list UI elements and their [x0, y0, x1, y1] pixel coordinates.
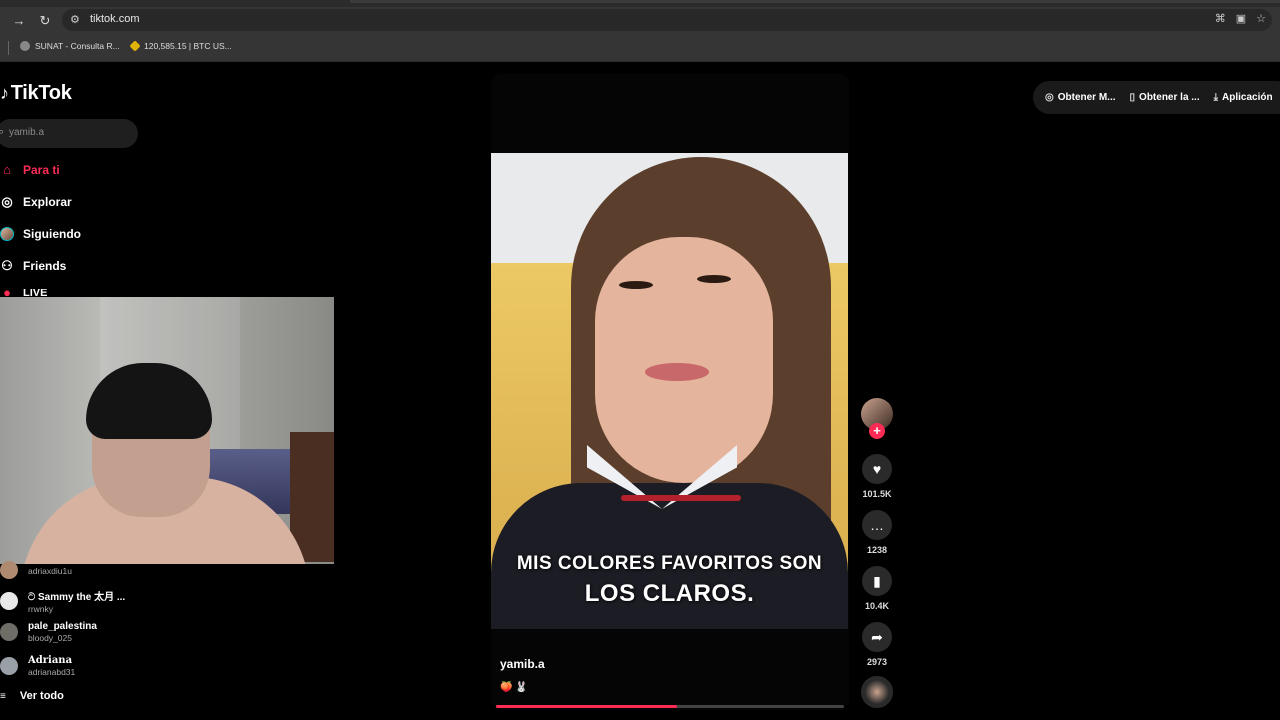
- binance-icon: [129, 40, 141, 52]
- pill-label: Aplicación: [1222, 92, 1273, 103]
- following-account[interactable]: adriaxdiu1u: [0, 561, 72, 579]
- video-eye: [619, 281, 653, 289]
- bookmark-icon: ▮: [862, 566, 892, 596]
- tab-strip: [0, 0, 1280, 7]
- globe-icon: [20, 41, 30, 51]
- comment-icon: …: [862, 510, 892, 540]
- list-icon: ≡: [0, 690, 6, 702]
- share-count: 2973: [866, 657, 888, 667]
- tiktok-note-icon: ♪: [0, 83, 9, 103]
- video-player[interactable]: MIS COLORES FAVORITOS SON LOS CLAROS.: [491, 153, 848, 629]
- tiktok-logo[interactable]: ♪ TikTok: [0, 82, 72, 105]
- account-name: pale_palestina: [28, 621, 97, 632]
- nav-label: Explorar: [23, 195, 72, 209]
- see-all-link[interactable]: ≡ Ver todo: [0, 690, 64, 702]
- avatar: [0, 561, 18, 579]
- reload-icon[interactable]: ↻: [36, 12, 54, 30]
- search-input[interactable]: ⌕ yamib.a: [0, 119, 138, 148]
- cast-icon[interactable]: ▣: [1236, 12, 1246, 25]
- translate-icon[interactable]: ⌘: [1215, 12, 1226, 25]
- comment-button[interactable]: … 1238: [862, 510, 892, 555]
- following-account[interactable]: ට Sammy the 太月 ... rrwnky: [0, 588, 125, 614]
- bookmark-btc[interactable]: 120,585.15 | BTC US...: [129, 40, 232, 52]
- video-eye: [697, 275, 731, 283]
- account-handle: rrwnky: [28, 604, 54, 614]
- url-text: tiktok.com: [90, 13, 140, 25]
- desktop-app-button[interactable]: ⤓ Aplicación: [1214, 92, 1273, 103]
- nav-friends[interactable]: ⚇ Friends: [0, 258, 67, 274]
- heart-icon: ♥: [862, 454, 892, 484]
- logo-text: TikTok: [10, 82, 72, 104]
- search-placeholder: yamib.a: [9, 127, 45, 138]
- account-name: Adriana: [28, 655, 73, 666]
- live-icon: ●: [3, 289, 11, 297]
- bookmarks-bar: SUNAT - Consulta R... 120,585.15 | BTC U…: [0, 34, 1280, 62]
- video-progress-fill: [496, 705, 677, 708]
- video-lips: [645, 363, 709, 381]
- share-icon: ➦: [862, 622, 892, 652]
- account-name: ට Sammy the 太月 ...: [28, 592, 126, 603]
- video-description: 🍑 🐰: [500, 682, 528, 693]
- avatar: [0, 657, 18, 675]
- nav-live[interactable]: ● LIVE: [0, 289, 47, 297]
- address-bar[interactable]: ⚙ tiktok.com ⌘ ▣ ☆: [62, 9, 1272, 31]
- nav-para-ti[interactable]: ⌂ Para ti: [0, 162, 60, 178]
- nav-label: Siguiendo: [23, 227, 81, 241]
- download-icon: ⤓: [1213, 92, 1219, 103]
- bookmark-label: 120,585.15 | BTC US...: [144, 41, 232, 51]
- video-caption-line1: MIS COLORES FAVORITOS SON: [516, 553, 823, 574]
- following-account[interactable]: pale_palestina bloody_025: [0, 621, 97, 643]
- pill-label: Obtener M...: [1057, 92, 1116, 103]
- save-count: 10.4K: [864, 601, 890, 611]
- nav-label: Para ti: [23, 163, 60, 177]
- compass-icon: ◎: [1, 194, 13, 209]
- get-coins-button[interactable]: ◎ Obtener M...: [1045, 92, 1116, 103]
- see-all-label: Ver todo: [19, 690, 64, 702]
- site-settings-icon[interactable]: ⚙: [70, 13, 80, 26]
- browser-tab[interactable]: [350, 0, 1280, 3]
- avatar: [0, 592, 18, 610]
- video-caption-line2: LOS CLAROS.: [584, 580, 755, 607]
- coin-icon: ◎: [1045, 92, 1054, 103]
- get-app-button[interactable]: ▯ Obtener la ...: [1130, 92, 1200, 103]
- video-progress-bar[interactable]: [496, 705, 844, 708]
- like-count: 101.5K: [862, 489, 892, 499]
- video-stripe: [621, 495, 741, 501]
- avatar: [0, 623, 18, 641]
- home-icon: ⌂: [3, 162, 11, 177]
- save-button[interactable]: ▮ 10.4K: [862, 566, 892, 611]
- follow-plus-icon[interactable]: +: [869, 423, 885, 439]
- nav-explorar[interactable]: ◎ Explorar: [0, 194, 72, 210]
- browser-toolbar: → ↻ ⚙ tiktok.com ⌘ ▣ ☆: [0, 7, 1280, 34]
- account-handle: adrianabd31: [28, 667, 76, 677]
- account-handle: adriaxdiu1u: [28, 565, 72, 576]
- following-account[interactable]: Adriana adrianabd31: [0, 655, 75, 677]
- phone-icon: ▯: [1129, 92, 1136, 103]
- video-face: [595, 237, 773, 483]
- webcam-overlay: [0, 297, 334, 564]
- star-icon[interactable]: ☆: [1256, 12, 1266, 25]
- music-disc[interactable]: [861, 676, 893, 708]
- bookmark-sunat[interactable]: SUNAT - Consulta R...: [20, 41, 120, 51]
- account-handle: bloody_025: [28, 633, 72, 643]
- like-button[interactable]: ♥ 101.5K: [862, 454, 892, 499]
- share-button[interactable]: ➦ 2973: [862, 622, 892, 667]
- bookmark-label: SUNAT - Consulta R...: [35, 41, 120, 51]
- search-icon[interactable]: ⌕: [0, 126, 4, 139]
- nav-label: LIVE: [23, 289, 48, 297]
- friends-icon: ⚇: [1, 258, 13, 273]
- forward-icon[interactable]: →: [10, 12, 28, 30]
- comment-count: 1238: [866, 545, 888, 555]
- nav-label: Friends: [23, 259, 67, 273]
- top-actions-pill: ◎ Obtener M... ▯ Obtener la ... ⤓ Aplica…: [1033, 81, 1280, 114]
- pill-label: Obtener la ...: [1139, 92, 1200, 103]
- video-author[interactable]: yamib.a: [500, 657, 545, 671]
- bookmarks-divider: [8, 41, 9, 55]
- avatar: [0, 227, 14, 241]
- nav-siguiendo[interactable]: Siguiendo: [0, 227, 81, 241]
